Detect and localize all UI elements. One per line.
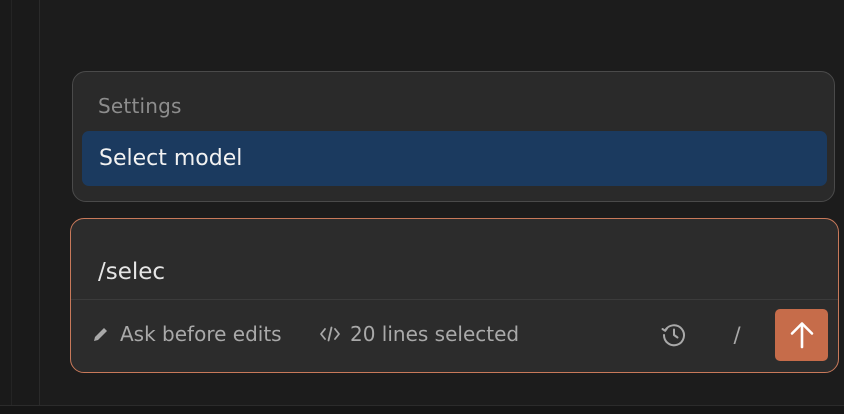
editor-gutter: [0, 0, 40, 406]
status-strip: [0, 405, 844, 414]
slash-command-button[interactable]: /: [727, 320, 747, 350]
edit-mode-button[interactable]: Ask before edits: [92, 322, 282, 346]
arrow-up-icon: [789, 320, 815, 350]
edit-mode-label: Ask before edits: [120, 322, 282, 346]
menu-item-label: Select model: [99, 146, 243, 171]
app-window: Settings Select model Ask before edits: [0, 0, 844, 414]
history-button[interactable]: [660, 321, 688, 349]
command-menu: Settings Select model: [72, 71, 835, 202]
menu-section-label: Settings: [98, 94, 182, 118]
pencil-icon: [92, 325, 110, 343]
selection-label: 20 lines selected: [350, 322, 520, 346]
prompt-input[interactable]: [71, 219, 838, 299]
composer-footer: Ask before edits 20 lines selected /: [71, 300, 838, 372]
selection-indicator: 20 lines selected: [319, 322, 519, 346]
code-icon: [319, 325, 341, 343]
history-icon: [660, 321, 688, 349]
send-button[interactable]: [775, 309, 828, 361]
chat-composer: Ask before edits 20 lines selected: [70, 218, 839, 373]
menu-item-select-model[interactable]: Select model: [82, 131, 827, 186]
gutter-divider: [11, 0, 12, 406]
